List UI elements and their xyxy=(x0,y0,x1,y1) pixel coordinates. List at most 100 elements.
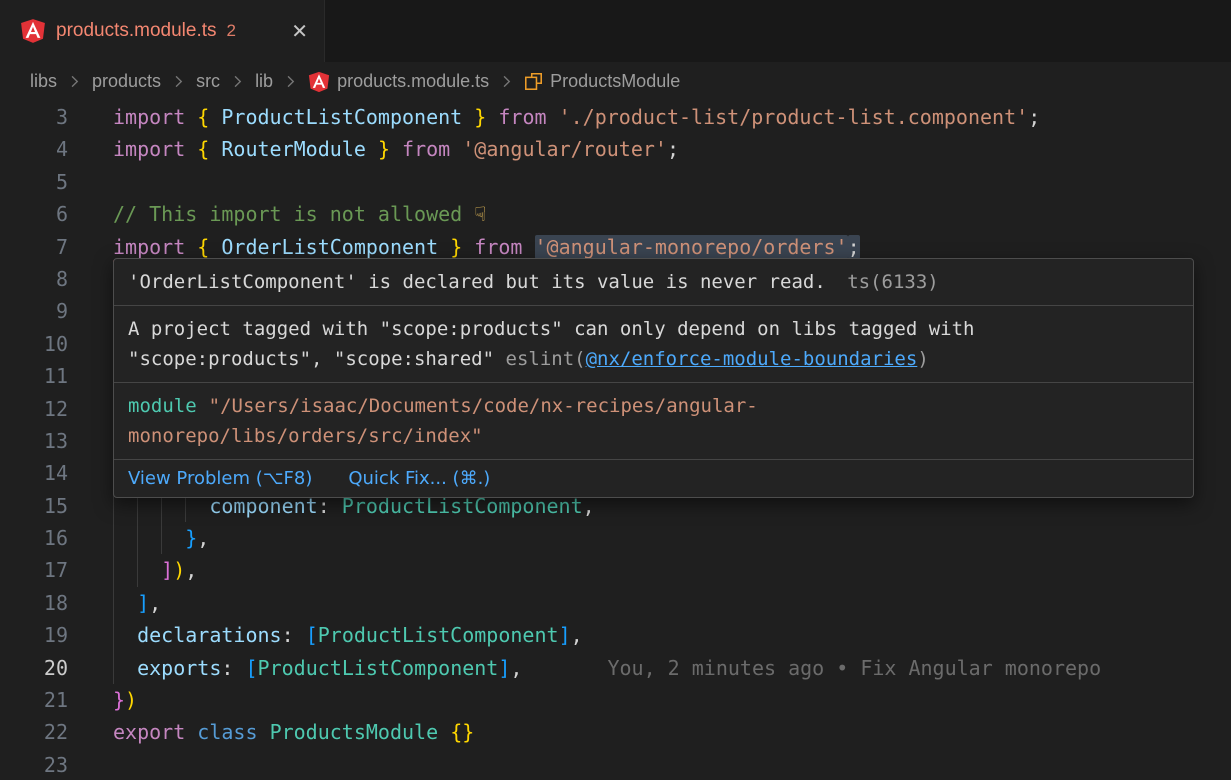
code-token xyxy=(113,591,137,615)
chevron-right-icon xyxy=(498,73,515,90)
code-content xyxy=(68,749,1231,780)
code-token xyxy=(185,137,197,161)
code-line-20[interactable]: 20 exports: [ProductListComponent],You, … xyxy=(0,652,1231,684)
chevron-right-icon xyxy=(282,73,299,90)
code-line-6[interactable]: 6// This import is not allowed ☟ xyxy=(0,198,1231,230)
code-token: , xyxy=(197,526,209,550)
breadcrumb-label: products.module.ts xyxy=(337,71,489,92)
code-content: declarations: [ProductListComponent], xyxy=(68,619,1231,651)
code-token: } xyxy=(378,137,390,161)
code-content: import { ProductListComponent } from './… xyxy=(68,101,1231,133)
close-icon[interactable]: ✕ xyxy=(291,19,308,43)
code-token: ] xyxy=(161,558,173,582)
code-token: , xyxy=(510,656,522,680)
code-token: ; xyxy=(1028,105,1040,129)
code-token: ] xyxy=(137,591,149,615)
code-token: RouterModule xyxy=(221,137,366,161)
line-number: 15 xyxy=(0,490,68,522)
code-token: } xyxy=(450,235,462,259)
code-line-4[interactable]: 4import { RouterModule } from '@angular/… xyxy=(0,133,1231,165)
code-token: {} xyxy=(450,720,474,744)
code-token xyxy=(547,105,559,129)
code-token: : xyxy=(282,623,294,647)
code-token: // This import is not allowed xyxy=(113,202,474,226)
code-content: exports: [ProductListComponent],You, 2 m… xyxy=(68,652,1231,684)
code-token: import xyxy=(113,137,185,161)
code-line-19[interactable]: 19 declarations: [ProductListComponent], xyxy=(0,619,1231,651)
code-token xyxy=(209,105,221,129)
eslint-source-suffix: ) xyxy=(917,348,928,370)
code-token xyxy=(185,235,197,259)
module-keyword: module xyxy=(128,395,197,417)
ts-diagnostic-message: 'OrderListComponent' is declared but its… xyxy=(128,271,826,293)
angular-icon xyxy=(20,18,46,44)
code-token: '@angular/router' xyxy=(462,137,667,161)
breadcrumb-item-products[interactable]: products xyxy=(92,71,161,92)
code-content: }) xyxy=(68,684,1231,716)
line-number: 4 xyxy=(0,133,68,165)
indent-guide xyxy=(137,522,138,554)
code-token xyxy=(366,137,378,161)
breadcrumb-label: lib xyxy=(255,71,273,92)
code-line-3[interactable]: 3import { ProductListComponent } from '.… xyxy=(0,101,1231,133)
code-token: , xyxy=(149,591,161,615)
hover-eslint-diagnostic: A project tagged with "scope:products" c… xyxy=(114,305,1193,382)
eslint-rule-link[interactable]: @nx/enforce-module-boundaries xyxy=(586,348,918,370)
code-line-5[interactable]: 5 xyxy=(0,166,1231,198)
code-token xyxy=(390,137,402,161)
vscode-window: products.module.ts 2 ✕ libs products src li… xyxy=(0,0,1231,780)
code-token xyxy=(438,235,450,259)
code-token: ProductListComponent xyxy=(221,105,462,129)
editor[interactable]: 3import { ProductListComponent } from '.… xyxy=(0,101,1231,780)
tab-products-module-ts[interactable]: products.module.ts 2 ✕ xyxy=(0,0,325,62)
module-path-line1: "/Users/isaac/Documents/code/nx-recipes/… xyxy=(209,395,758,417)
breadcrumb-item-src[interactable]: src xyxy=(196,71,220,92)
line-number: 10 xyxy=(0,328,68,360)
code-token: import xyxy=(113,235,185,259)
view-problem-action[interactable]: View Problem (⌥F8) xyxy=(128,468,312,489)
code-line-21[interactable]: 21}) xyxy=(0,684,1231,716)
indent-guide xyxy=(113,619,114,651)
line-number: 9 xyxy=(0,295,68,327)
code-line-16[interactable]: 16 }, xyxy=(0,522,1231,554)
eslint-message-line2: "scope:products", "scope:shared" eslint(… xyxy=(128,344,1179,374)
code-content: ]), xyxy=(68,554,1231,586)
code-content: }, xyxy=(68,522,1231,554)
code-token: export xyxy=(113,720,185,744)
breadcrumb-label: libs xyxy=(30,71,57,92)
code-token xyxy=(258,720,270,744)
code-token: ; xyxy=(667,137,679,161)
class-icon xyxy=(524,72,543,91)
code-line-18[interactable]: 18 ], xyxy=(0,587,1231,619)
line-number: 3 xyxy=(0,101,68,133)
code-content xyxy=(68,166,1231,198)
indent-guide xyxy=(113,587,114,619)
code-token: ProductListComponent xyxy=(258,656,499,680)
breadcrumb-item-libs[interactable]: libs xyxy=(30,71,57,92)
breadcrumb-label: ProductsModule xyxy=(550,71,680,92)
tab-title: products.module.ts xyxy=(56,20,217,42)
breadcrumb-item-productsmodule[interactable]: ProductsModule xyxy=(524,71,680,92)
code-line-22[interactable]: 22export class ProductsModule {} xyxy=(0,716,1231,748)
code-line-17[interactable]: 17 ]), xyxy=(0,554,1231,586)
line-number: 17 xyxy=(0,554,68,586)
code-content: ], xyxy=(68,587,1231,619)
code-token: } xyxy=(185,526,197,550)
code-token: , xyxy=(571,623,583,647)
code-token: } xyxy=(113,688,125,712)
quick-fix-action[interactable]: Quick Fix... (⌘.) xyxy=(348,468,490,489)
code-content: // This import is not allowed ☟ xyxy=(68,198,1231,230)
breadcrumb-label: src xyxy=(196,71,220,92)
code-token xyxy=(522,235,534,259)
breadcrumb-item-lib[interactable]: lib xyxy=(255,71,273,92)
code-token: { xyxy=(197,105,209,129)
code-token: ; xyxy=(848,235,860,259)
line-number: 16 xyxy=(0,522,68,554)
line-number: 8 xyxy=(0,263,68,295)
breadcrumb-item-products-module-ts[interactable]: products.module.ts xyxy=(308,71,489,93)
code-token: from xyxy=(402,137,450,161)
code-token xyxy=(486,105,498,129)
code-line-23[interactable]: 23 xyxy=(0,749,1231,780)
line-number: 5 xyxy=(0,166,68,198)
code-token: ] xyxy=(498,656,510,680)
